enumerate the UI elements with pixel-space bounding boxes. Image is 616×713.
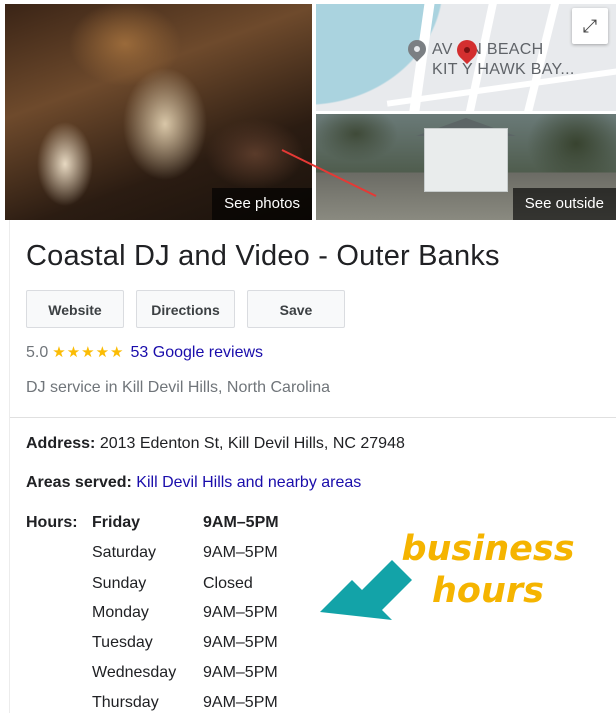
areas-served-label: Areas served:: [26, 474, 132, 491]
rating-value: 5.0: [26, 344, 49, 361]
hours-day-monday: Monday: [92, 604, 149, 621]
business-name: Coastal DJ and Video - Outer Banks: [26, 240, 500, 272]
hours-time-saturday: 9AM–5PM: [203, 544, 278, 561]
directions-button[interactable]: Directions: [136, 290, 235, 328]
hours-time-tuesday: 9AM–5PM: [203, 634, 278, 651]
hours-time-monday: 9AM–5PM: [203, 604, 278, 621]
annotation-line2: hours: [432, 571, 544, 611]
annotation-line1: business: [401, 529, 575, 569]
panel-border: [9, 220, 10, 713]
address-label: Address:: [26, 435, 96, 452]
business-category: DJ service in Kill Devil Hills, North Ca…: [26, 379, 331, 396]
hours-time-friday: 9AM–5PM: [203, 514, 279, 531]
hours-day-friday: Friday: [92, 514, 141, 531]
hours-day-sunday: Sunday: [92, 575, 147, 592]
hours-time-sunday: Closed: [203, 575, 253, 592]
red-pointer-line: [281, 149, 377, 197]
divider: [10, 417, 616, 418]
hours-day-thursday: Thursday: [92, 694, 159, 711]
website-button[interactable]: Website: [26, 290, 124, 328]
hours-time-thursday: 9AM–5PM: [203, 694, 278, 711]
address-value[interactable]: 2013 Edenton St, Kill Devil Hills, NC 27…: [100, 435, 405, 452]
star-rating-icon: ★★★★★: [52, 344, 125, 361]
reviews-link[interactable]: 53 Google reviews: [131, 344, 264, 361]
areas-served-row: Areas served: Kill Devil Hills and nearb…: [26, 474, 361, 492]
save-button[interactable]: Save: [247, 290, 345, 328]
hours-day-saturday: Saturday: [92, 544, 157, 561]
business-hours-annotation: business hours: [390, 528, 586, 612]
hours-time-wednesday: 9AM–5PM: [203, 664, 278, 681]
hours-day-tuesday: Tuesday: [92, 634, 153, 651]
areas-served-link[interactable]: Kill Devil Hills and nearby areas: [136, 474, 361, 491]
hours-day-wednesday: Wednesday: [92, 664, 177, 681]
rating-row: 5.0 ★★★★★ 53 Google reviews: [26, 343, 263, 362]
hours-label: Hours:: [26, 514, 78, 531]
address-row: Address: 2013 Edenton St, Kill Devil Hil…: [26, 435, 405, 453]
